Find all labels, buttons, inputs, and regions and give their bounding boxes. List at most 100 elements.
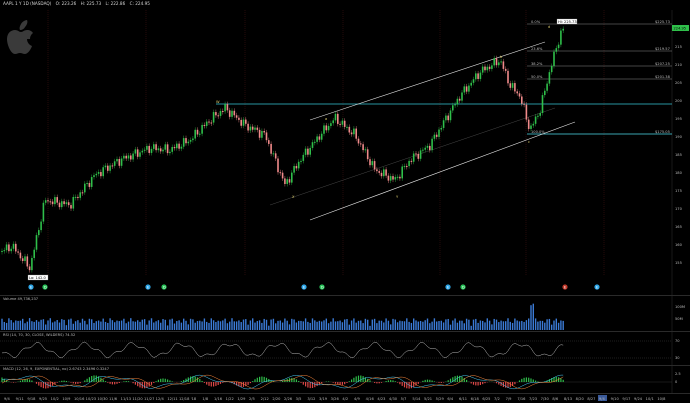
wave-label: W <box>216 100 220 104</box>
wave-label: c <box>528 140 530 144</box>
volume-bar <box>468 320 469 330</box>
volume-bar <box>519 321 520 330</box>
candle-body <box>365 149 367 150</box>
candle-body <box>105 166 107 168</box>
candle-body <box>427 146 429 148</box>
volume-chart-svg[interactable]: 100M50M <box>0 296 690 332</box>
macd-histogram-bar <box>455 376 456 382</box>
candle-body <box>470 83 472 86</box>
macd-histogram-bar <box>123 381 124 382</box>
volume-bar <box>494 319 495 330</box>
price-axis-label: 155 <box>675 261 682 265</box>
candle-body <box>487 67 489 71</box>
fib-level-price: $225.73 <box>655 20 670 24</box>
candle-body <box>383 169 385 176</box>
candle-body <box>178 144 180 149</box>
macd-histogram-bar <box>395 381 396 382</box>
volume-bar <box>137 320 138 330</box>
candle-body <box>372 161 374 165</box>
macd-histogram-bar <box>158 380 159 382</box>
volume-bar <box>273 319 274 330</box>
rsi-chart-svg[interactable]: 7030 <box>0 332 690 366</box>
volume-bar <box>333 318 334 330</box>
volume-bar <box>521 321 522 330</box>
candle-body <box>422 150 424 151</box>
candle-body <box>224 104 226 111</box>
macd-histogram-bar <box>484 382 485 383</box>
volume-bar <box>284 319 285 330</box>
volume-bar <box>530 305 531 330</box>
candle-body <box>452 105 454 110</box>
candle-body <box>401 167 403 179</box>
macd-histogram-bar <box>390 380 391 382</box>
volume-bar <box>75 321 76 330</box>
volume-bar <box>107 323 108 330</box>
volume-bar <box>452 321 453 330</box>
candle-body <box>29 266 31 270</box>
volume-bar <box>169 319 170 330</box>
macd-histogram-bar <box>427 380 428 382</box>
volume-bar <box>144 319 145 330</box>
time-axis-label: 2/5 <box>249 397 255 401</box>
candle-body <box>38 230 40 235</box>
candle-body <box>284 178 286 184</box>
volume-bar <box>556 319 557 330</box>
candle-body <box>374 161 376 169</box>
candle-body <box>556 48 558 52</box>
macd-histogram-bar <box>441 382 442 383</box>
candle-body <box>250 127 252 131</box>
volume-bar <box>404 321 405 330</box>
volume-bar <box>192 319 193 330</box>
candle-body <box>217 115 219 116</box>
macd-histogram-bar <box>162 378 163 382</box>
volume-bar <box>31 321 32 330</box>
volume-bar <box>197 321 198 330</box>
macd-scale-label: 2.5 <box>675 372 681 376</box>
candle-body <box>351 132 353 134</box>
time-axis-label: 2/12 <box>261 397 269 401</box>
volume-bar <box>374 319 375 330</box>
volume-panel[interactable]: 100M50M Volume 49,736,237 <box>0 295 690 332</box>
time-axis-label: 10/8 <box>657 397 666 401</box>
macd-histogram-bar <box>480 382 481 385</box>
candle-body <box>335 114 337 121</box>
rsi-panel[interactable]: 7030 RSI (14, 70, 30, CLOSE, WILDERS) 74… <box>0 331 690 366</box>
macd-histogram-bar <box>296 379 297 382</box>
macd-histogram-bar <box>128 381 129 382</box>
time-axis-label: 10/16 <box>74 397 85 401</box>
candle-body <box>542 95 544 113</box>
candle-body <box>79 192 81 198</box>
volume-bar <box>38 322 39 330</box>
candle-body <box>330 123 332 126</box>
candle-body <box>243 120 245 126</box>
candle-body <box>505 69 507 71</box>
rsi-line <box>2 342 563 358</box>
time-axis-label: 10/30 <box>97 397 108 401</box>
price-chart-panel[interactable]: AAPL 1 Y 1D (NASDAQ) O: 223.26 H: 225.73… <box>0 0 690 295</box>
candle-body <box>47 200 49 201</box>
volume-bar <box>22 319 23 330</box>
event-marker-text: D <box>163 285 166 289</box>
macd-histogram-bar <box>528 378 529 382</box>
candle-body <box>392 176 394 179</box>
volume-bar <box>287 321 288 330</box>
candle-body <box>93 175 95 177</box>
candle-body <box>86 183 88 184</box>
macd-histogram-bar <box>530 378 531 382</box>
candle-body <box>319 136 321 139</box>
candle-body <box>206 122 208 126</box>
macd-histogram-bar <box>41 382 42 387</box>
volume-bar <box>381 321 382 330</box>
macd-panel[interactable]: 2.50 MACD (12, 26, 9, EXPONENTIAL, no) 2… <box>0 365 690 394</box>
candle-body <box>171 147 173 152</box>
candle-body <box>266 132 268 140</box>
candle-body <box>300 161 302 162</box>
macd-histogram-bar <box>31 380 32 382</box>
price-chart-svg[interactable]: 2202152102052001951901851801751701651601… <box>0 0 690 295</box>
macd-histogram-bar <box>202 381 203 382</box>
candle-body <box>59 203 61 207</box>
volume-bar <box>558 323 559 330</box>
fib-level-label: 38.2% <box>531 62 543 66</box>
time-axis-label: 1/22 <box>226 397 234 401</box>
candle-body <box>500 61 502 62</box>
